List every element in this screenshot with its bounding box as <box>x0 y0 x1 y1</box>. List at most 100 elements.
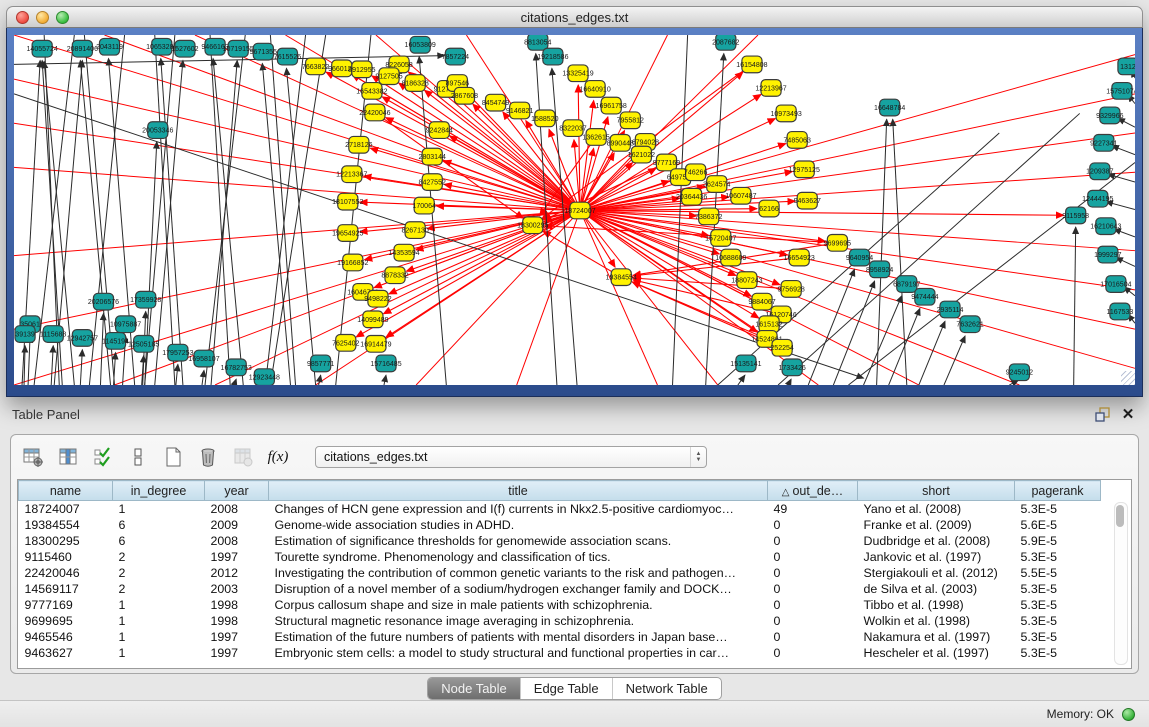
table-scrollbar-thumb[interactable] <box>1116 505 1124 527</box>
table-cell[interactable]: 14569117 <box>19 581 113 597</box>
table-cell[interactable]: Stergiakouli et al. (2012) <box>858 565 1015 581</box>
table-cell[interactable]: 2012 <box>205 565 269 581</box>
table-cell[interactable]: 2008 <box>205 533 269 549</box>
table-cell[interactable]: 1997 <box>205 645 269 661</box>
column-header-pagerank[interactable]: pagerank <box>1015 481 1101 501</box>
table-cell[interactable]: Changes of HCN gene expression and I(f) … <box>269 501 768 518</box>
column-header-name[interactable]: name <box>19 481 113 501</box>
table-cell[interactable]: 1 <box>113 613 205 629</box>
column-header-title[interactable]: title <box>269 481 768 501</box>
table-cell[interactable]: 2 <box>113 565 205 581</box>
resize-grip-icon[interactable] <box>1121 371 1135 385</box>
table-cell[interactable]: Structural magnetic resonance image aver… <box>269 613 768 629</box>
table-row[interactable]: 977716911998Corpus callosum shape and si… <box>19 597 1101 613</box>
table-cell[interactable]: 6 <box>113 533 205 549</box>
table-cell[interactable]: 5.3E-5 <box>1015 645 1101 661</box>
table-cell[interactable]: 1 <box>113 501 205 518</box>
table-cell[interactable]: Genome-wide association studies in ADHD. <box>269 517 768 533</box>
table-cell[interactable]: 5.3E-5 <box>1015 581 1101 597</box>
show-columns-button[interactable] <box>56 445 80 469</box>
table-cell[interactable]: 5.3E-5 <box>1015 549 1101 565</box>
table-row[interactable]: 1938455462009Genome-wide association stu… <box>19 517 1101 533</box>
table-cell[interactable]: 1998 <box>205 597 269 613</box>
table-cell[interactable]: Dudbridge et al. (2008) <box>858 533 1015 549</box>
table-cell[interactable]: 5.6E-5 <box>1015 517 1101 533</box>
table-cell[interactable]: 0 <box>768 645 858 661</box>
table-cell[interactable]: Jankovic et al. (1997) <box>858 549 1015 565</box>
table-cell[interactable]: 2 <box>113 581 205 597</box>
table-cell[interactable]: Franke et al. (2009) <box>858 517 1015 533</box>
column-header-out-de-[interactable]: △out_de… <box>768 481 858 501</box>
table-cell[interactable]: 0 <box>768 517 858 533</box>
table-cell[interactable]: Tibbo et al. (1998) <box>858 597 1015 613</box>
table-cell[interactable]: 1998 <box>205 613 269 629</box>
table-cell[interactable]: 2009 <box>205 517 269 533</box>
table-cell[interactable]: 0 <box>768 581 858 597</box>
table-cell[interactable]: 18724007 <box>19 501 113 518</box>
table-cell[interactable]: 1997 <box>205 549 269 565</box>
table-cell[interactable]: 5.9E-5 <box>1015 533 1101 549</box>
table-cell[interactable]: 1 <box>113 645 205 661</box>
table-cell[interactable]: 0 <box>768 613 858 629</box>
table-cell[interactable]: 0 <box>768 565 858 581</box>
tab-node-table[interactable]: Node Table <box>428 678 520 699</box>
table-cell[interactable]: 2 <box>113 549 205 565</box>
table-cell[interactable]: Disruption of a novel member of a sodium… <box>269 581 768 597</box>
table-row[interactable]: 1872400712008Changes of HCN gene express… <box>19 501 1101 518</box>
table-cell[interactable]: Nakamura et al. (1997) <box>858 629 1015 645</box>
table-cell[interactable]: Corpus callosum shape and size in male p… <box>269 597 768 613</box>
table-cell[interactable]: 5.3E-5 <box>1015 597 1101 613</box>
table-row[interactable]: 1830029562008Estimation of significance … <box>19 533 1101 549</box>
table-cell[interactable]: Estimation of significance thresholds fo… <box>269 533 768 549</box>
table-cell[interactable]: 0 <box>768 549 858 565</box>
table-scrollbar[interactable] <box>1114 502 1128 665</box>
delete-columns-button[interactable] <box>196 445 220 469</box>
close-window-button[interactable] <box>16 11 29 24</box>
table-cell[interactable]: 0 <box>768 533 858 549</box>
window-titlebar[interactable]: citations_edges.txt <box>6 6 1143 28</box>
table-cell[interactable]: 0 <box>768 597 858 613</box>
import-table-button[interactable] <box>231 445 255 469</box>
close-panel-icon[interactable]: ✕ <box>1119 406 1137 422</box>
table-row[interactable]: 911546021997Tourette syndrome. Phenomeno… <box>19 549 1101 565</box>
table-cell[interactable]: 1 <box>113 597 205 613</box>
table-cell[interactable]: 6 <box>113 517 205 533</box>
table-cell[interactable]: Wolkin et al. (1998) <box>858 613 1015 629</box>
table-row[interactable]: 2242004622012Investigating the contribut… <box>19 565 1101 581</box>
table-row[interactable]: 946362711997Embryonic stem cells: a mode… <box>19 645 1101 661</box>
table-cell[interactable]: 49 <box>768 501 858 518</box>
table-cell[interactable]: 2008 <box>205 501 269 518</box>
table-cell[interactable]: 0 <box>768 629 858 645</box>
table-cell[interactable]: Estimation of the future numbers of pati… <box>269 629 768 645</box>
table-cell[interactable]: 5.5E-5 <box>1015 565 1101 581</box>
table-cell[interactable]: 1997 <box>205 629 269 645</box>
table-cell[interactable]: 9777169 <box>19 597 113 613</box>
table-cell[interactable]: 9463627 <box>19 645 113 661</box>
table-cell[interactable]: 9465546 <box>19 629 113 645</box>
table-row[interactable]: 969969511998Structural magnetic resonanc… <box>19 613 1101 629</box>
network-canvas[interactable]: 1405572420891406204311910653287152760294… <box>14 35 1135 385</box>
column-header-in-degree[interactable]: in_degree <box>113 481 205 501</box>
column-header-short[interactable]: short <box>858 481 1015 501</box>
table-selector-dropdown[interactable]: citations_edges.txt ▲▼ <box>315 446 707 468</box>
function-builder-button[interactable]: f(x) <box>266 445 290 469</box>
table-cell[interactable]: 5.3E-5 <box>1015 613 1101 629</box>
select-columns-button[interactable] <box>91 445 115 469</box>
table-cell[interactable]: 22420046 <box>19 565 113 581</box>
table-cell[interactable]: Hescheler et al. (1997) <box>858 645 1015 661</box>
zoom-window-button[interactable] <box>56 11 69 24</box>
table-cell[interactable]: 2003 <box>205 581 269 597</box>
table-cell[interactable]: de Silva et al. (2003) <box>858 581 1015 597</box>
tab-edge-table[interactable]: Edge Table <box>520 678 612 699</box>
table-cell[interactable]: 18300295 <box>19 533 113 549</box>
table-cell[interactable]: 9115460 <box>19 549 113 565</box>
tab-network-table[interactable]: Network Table <box>612 678 721 699</box>
row-height-button[interactable] <box>126 445 150 469</box>
table-cell[interactable]: 1 <box>113 629 205 645</box>
table-cell[interactable]: 5.3E-5 <box>1015 501 1101 518</box>
table-cell[interactable]: Embryonic stem cells: a model to study s… <box>269 645 768 661</box>
table-cell[interactable]: Tourette syndrome. Phenomenology and cla… <box>269 549 768 565</box>
table-cell[interactable]: Yano et al. (2008) <box>858 501 1015 518</box>
table-row[interactable]: 1456911722003Disruption of a novel membe… <box>19 581 1101 597</box>
create-column-button[interactable] <box>161 445 185 469</box>
